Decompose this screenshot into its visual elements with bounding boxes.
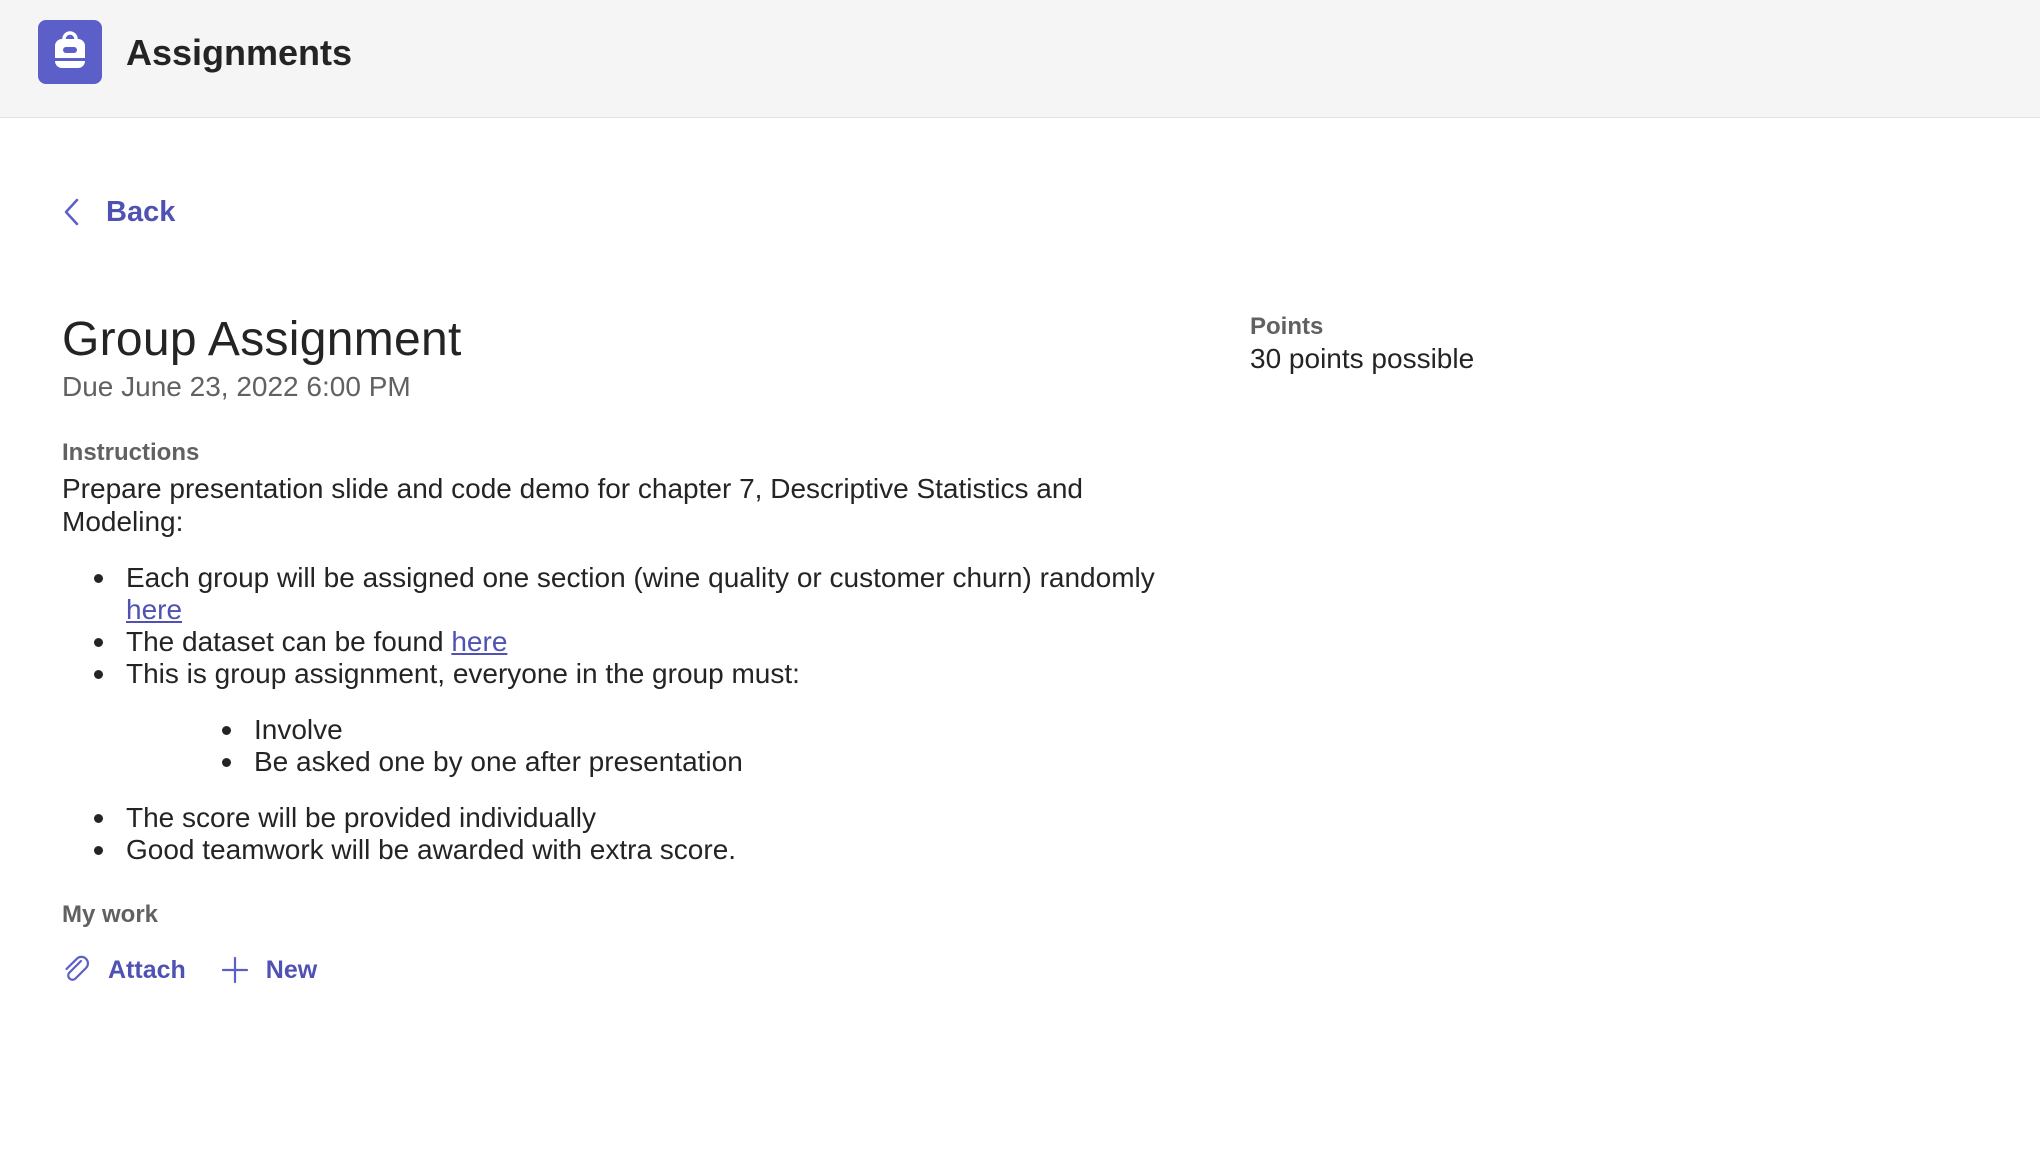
list-item: Good teamwork will be awarded with extra… [62, 834, 1172, 866]
list-item: The score will be provided individually [62, 802, 1172, 834]
plus-icon [221, 956, 248, 984]
attach-label: Attach [108, 955, 186, 984]
points-value: 30 points possible [1250, 343, 1475, 374]
section-assignment-link[interactable]: here [126, 594, 182, 625]
sub-list: Involve Be asked one by one after presen… [126, 714, 1172, 778]
dataset-link[interactable]: here [451, 626, 507, 657]
back-button[interactable]: Back [62, 190, 175, 234]
list-item: The dataset can be found here [62, 626, 1172, 658]
instructions-label: Instructions [62, 439, 200, 466]
sub-list-item: Involve [126, 714, 1172, 746]
attach-button[interactable]: Attach [62, 955, 186, 985]
points-label: Points [1250, 313, 1324, 340]
assignment-details: Group Assignment Due June 23, 2022 6:00 … [62, 310, 1172, 990]
my-work-label: My work [62, 901, 159, 928]
chevron-left-icon [64, 198, 79, 226]
new-button[interactable]: New [220, 955, 317, 985]
points-panel: Points 30 points possible [1250, 312, 1474, 376]
new-label: New [265, 955, 318, 984]
instructions-intro: Prepare presentation slide and code demo… [62, 473, 1084, 537]
list-item-text: This is group assignment, everyone in th… [126, 658, 800, 689]
app-header: Assignments [0, 0, 2040, 118]
list-item: This is group assignment, everyone in th… [62, 658, 1172, 778]
back-label: Back [106, 195, 176, 228]
list-item-text: Each group will be assigned one section … [126, 562, 1155, 593]
assignment-title: Group Assignment [62, 313, 462, 366]
my-work-actions: Attach New [62, 950, 1172, 990]
list-item-text: The dataset can be found [126, 626, 452, 657]
app-title: Assignments [126, 32, 353, 73]
list-item: Each group will be assigned one section … [62, 562, 1172, 626]
paperclip-icon [65, 955, 89, 981]
instructions-list: Each group will be assigned one section … [62, 562, 1172, 866]
due-date: Due June 23, 2022 6:00 PM [62, 371, 411, 402]
sub-list-item: Be asked one by one after presentation [126, 746, 1172, 778]
backpack-icon [38, 20, 102, 84]
